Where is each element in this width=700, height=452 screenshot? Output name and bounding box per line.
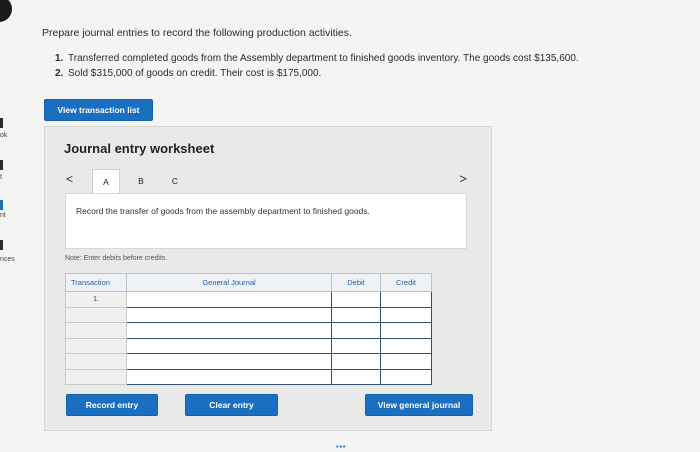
question-prompt: Prepare journal entries to record the fo… xyxy=(42,27,352,39)
header-general-journal: General Journal xyxy=(126,273,332,292)
instruction-box: Record the transfer of goods from the as… xyxy=(65,193,467,249)
view-transaction-list-button[interactable]: View transaction list xyxy=(44,99,153,121)
transaction-cell xyxy=(65,306,127,323)
account-input[interactable] xyxy=(127,338,331,353)
activity-list: 1. Transferred completed goods from the A… xyxy=(55,51,579,81)
record-entry-button[interactable]: Record entry xyxy=(66,394,158,416)
journal-table: Transaction General Journal Debit Credit… xyxy=(65,273,432,385)
header-debit: Debit xyxy=(331,273,381,292)
header-credit: Credit xyxy=(380,273,432,292)
journal-entry-worksheet: Journal entry worksheet < A B C > Record… xyxy=(44,126,492,431)
transaction-cell: 1. xyxy=(65,291,127,308)
account-input[interactable] xyxy=(127,307,331,322)
chevron-right-icon[interactable]: > xyxy=(459,171,467,186)
tab-a[interactable]: A xyxy=(92,169,120,193)
credit-input[interactable] xyxy=(381,323,431,338)
pagination-dots[interactable]: ••• xyxy=(336,444,346,451)
note-text: Note: Enter debits before credits. xyxy=(65,255,168,262)
tab-c[interactable]: C xyxy=(161,169,189,193)
instruction-text: Record the transfer of goods from the as… xyxy=(76,206,370,216)
view-general-journal-button[interactable]: View general journal xyxy=(365,394,473,416)
table-row xyxy=(65,337,432,354)
rail-marker-icon xyxy=(0,240,3,250)
step-text: Sold $315,000 of goods on credit. Their … xyxy=(68,68,322,79)
table-row xyxy=(65,368,432,385)
debit-input[interactable] xyxy=(332,307,380,322)
transaction-cell xyxy=(65,337,127,354)
table-row: 1. xyxy=(65,291,432,308)
transaction-cell xyxy=(65,368,127,385)
sidebar-item-print-2[interactable]: nt xyxy=(0,212,6,219)
debit-input[interactable] xyxy=(332,292,380,307)
chevron-left-icon[interactable]: < xyxy=(66,172,73,186)
rail-marker-icon xyxy=(0,118,3,128)
credit-input[interactable] xyxy=(381,307,431,322)
debit-input[interactable] xyxy=(332,323,380,338)
account-input[interactable] xyxy=(127,323,331,338)
transaction-cell xyxy=(65,322,127,339)
list-item: 1. Transferred completed goods from the A… xyxy=(55,51,579,66)
list-item: 2. Sold $315,000 of goods on credit. Thei… xyxy=(55,66,579,81)
debit-input[interactable] xyxy=(332,369,380,384)
clear-entry-button[interactable]: Clear entry xyxy=(185,394,278,416)
header-transaction: Transaction xyxy=(65,273,127,292)
left-sidebar: ok t nt nces xyxy=(0,0,26,452)
table-row xyxy=(65,306,432,323)
transaction-cell xyxy=(65,353,127,370)
step-number: 1. xyxy=(55,53,64,64)
sidebar-item-references[interactable]: nces xyxy=(0,256,15,263)
credit-input[interactable] xyxy=(381,354,431,369)
sidebar-item-book[interactable]: ok xyxy=(0,132,7,139)
table-row xyxy=(65,322,432,339)
account-input[interactable] xyxy=(127,292,331,307)
step-text: Transferred completed goods from the Ass… xyxy=(68,53,579,64)
sidebar-item-print[interactable]: t xyxy=(0,174,2,181)
worksheet-title: Journal entry worksheet xyxy=(64,141,215,156)
credit-input[interactable] xyxy=(381,338,431,353)
table-row xyxy=(65,353,432,370)
logo-icon xyxy=(0,0,12,22)
credit-input[interactable] xyxy=(381,292,431,307)
tab-b[interactable]: B xyxy=(127,169,155,193)
rail-marker-icon xyxy=(0,200,3,210)
rail-marker-icon xyxy=(0,160,3,170)
account-input[interactable] xyxy=(127,354,331,369)
debit-input[interactable] xyxy=(332,338,380,353)
account-input[interactable] xyxy=(127,369,331,384)
tab-bar: < A B C > xyxy=(45,169,491,193)
step-number: 2. xyxy=(55,68,64,79)
debit-input[interactable] xyxy=(332,354,380,369)
credit-input[interactable] xyxy=(381,369,431,384)
